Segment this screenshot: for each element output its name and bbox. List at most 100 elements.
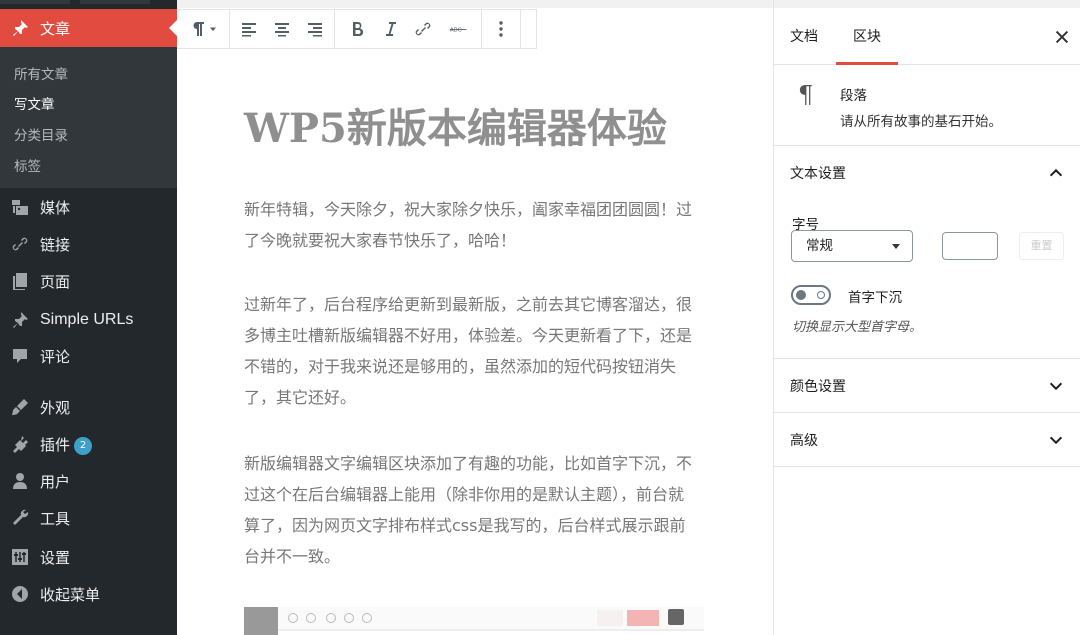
menu-item-settings[interactable]: 设置 [0, 539, 177, 575]
panel-title: 颜色设置 [790, 378, 846, 395]
drop-cap-label: 首字下沉 [848, 290, 902, 306]
menu-item-pages[interactable]: 页面 [0, 263, 177, 299]
editor-top-bar [177, 0, 773, 8]
align-right-button[interactable] [300, 10, 330, 48]
more-options-icon [499, 21, 503, 37]
image-toolbar-icon [344, 613, 354, 623]
image-toolbar-icon [306, 613, 316, 623]
menu-item-tools[interactable]: 工具 [0, 500, 177, 536]
block-type-switcher[interactable] [181, 10, 225, 48]
paragraph-icon [193, 22, 204, 36]
color-settings-toggle[interactable]: 颜色设置 [774, 359, 1080, 413]
close-icon[interactable] [1053, 28, 1071, 46]
menu-item-label: 链接 [40, 235, 71, 254]
menu-item-media[interactable]: 媒体 [0, 189, 177, 225]
menu-item-users[interactable]: 用户 [0, 463, 177, 499]
toggle-knob [796, 290, 806, 300]
align-left-button[interactable] [234, 10, 264, 48]
submenu-item-tags[interactable]: 标签 [14, 155, 41, 175]
menu-item-label: 媒体 [40, 198, 71, 217]
chevron-down-icon [1049, 382, 1063, 390]
submenu-item-all-posts[interactable]: 所有文章 [14, 63, 68, 83]
image-thumbnail [244, 607, 278, 635]
italic-button[interactable] [375, 10, 405, 48]
font-size-select[interactable]: 常规 [791, 230, 913, 262]
custom-font-size-input[interactable] [942, 232, 998, 260]
align-left-icon [242, 23, 256, 37]
menu-item-comments[interactable]: 评论 [0, 338, 177, 374]
user-icon [0, 471, 40, 491]
text-settings-toggle[interactable]: 文本设置 [774, 146, 1080, 200]
current-menu-arrow [169, 20, 177, 36]
admin-menu: 文章 所有文章 写文章 分类目录 标签 媒体 链接 页面 Simple URLs [0, 0, 177, 635]
post-title[interactable]: WP5新版本编辑器体验 [244, 96, 667, 154]
menu-item-label: 文章 [40, 19, 71, 38]
comment-icon [0, 346, 40, 366]
italic-icon [386, 22, 396, 36]
submenu-item-new-post[interactable]: 写文章 [14, 93, 55, 113]
menu-item-label: 用户 [40, 472, 71, 491]
chevron-up-icon [1049, 168, 1063, 177]
paragraph-block[interactable]: 新版编辑器文字编辑区块添加了有趣的功能，比如首字下沉，不过这个在后台编辑器上能用… [244, 448, 699, 572]
menu-item-links[interactable]: 链接 [0, 226, 177, 262]
menu-item-appearance[interactable]: 外观 [0, 389, 177, 425]
settings-sidebar: 文档 区块 ¶ 段落 请从所有故事的基石开始。 文本设置 字号 常规 重置 首字… [773, 0, 1080, 635]
drop-cap-help-text: 切换显示大型首字母。 [792, 320, 923, 335]
menu-item-label: 外观 [40, 398, 71, 417]
menu-item-plugins[interactable]: 插件 2 [0, 426, 177, 462]
text-settings-panel: 文本设置 字号 常规 重置 首字下沉 切换显示大型首字母。 [774, 146, 1080, 359]
pushpin-icon [0, 18, 40, 38]
tab-block[interactable]: 区块 [836, 9, 898, 65]
post-title-cjk: 新版本编辑器体验 [346, 105, 667, 152]
format-group: ABC [335, 10, 482, 48]
reset-button[interactable]: 重置 [1019, 232, 1064, 260]
menu-item-label: 收起菜单 [40, 585, 101, 604]
image-block-preview[interactable] [244, 607, 704, 635]
more-options-button[interactable] [486, 10, 516, 48]
image-toolbar-button [597, 610, 623, 626]
pages-icon [0, 271, 40, 291]
link-button[interactable] [405, 10, 441, 48]
toggle-off-indicator [817, 291, 825, 299]
block-toolbar: ABC [177, 9, 537, 49]
font-size-value: 常规 [806, 238, 833, 254]
align-right-icon [308, 23, 322, 37]
align-center-icon [275, 23, 289, 37]
menu-item-simple-urls[interactable]: Simple URLs [0, 302, 177, 338]
paragraph-block[interactable]: 过新年了，后台程序给更新到最新版，之前去其它博客溜达，很多博主吐槽新版编辑器不好… [244, 289, 699, 413]
brush-icon [0, 397, 40, 417]
advanced-toggle[interactable]: 高级 [774, 413, 1080, 467]
image-toolbar-icon [362, 613, 372, 623]
admin-menu-top-strip [0, 0, 177, 8]
pushpin-icon [0, 310, 40, 330]
image-toolbar-button [627, 610, 659, 626]
settings-icon [0, 547, 40, 567]
plugin-icon [0, 434, 40, 454]
collapse-icon [0, 584, 40, 604]
update-count-badge: 2 [74, 436, 93, 455]
menu-item-label: Simple URLs [40, 311, 134, 328]
menu-item-posts[interactable]: 文章 [0, 9, 177, 47]
menu-item-label: 评论 [40, 347, 71, 366]
tab-document[interactable]: 文档 [780, 9, 828, 65]
drop-cap-toggle[interactable] [791, 285, 831, 305]
menu-item-label: 插件 [40, 435, 71, 454]
strikethrough-button[interactable]: ABC [441, 10, 477, 48]
menu-item-label: 页面 [40, 272, 71, 291]
alignment-group [230, 10, 335, 48]
align-center-button[interactable] [264, 10, 300, 48]
image-toolbar-icon [288, 613, 298, 623]
strikethrough-icon: ABC [449, 28, 467, 34]
sidebar-top-bar [774, 0, 1080, 8]
block-description: 请从所有故事的基石开始。 [840, 114, 1002, 130]
submenu-item-categories[interactable]: 分类目录 [14, 124, 68, 144]
sidebar-tabs: 文档 区块 [774, 9, 1080, 65]
media-icon [0, 197, 40, 217]
wrench-icon [0, 508, 40, 528]
bold-button[interactable] [339, 10, 375, 48]
post-title-latin: WP5 [244, 105, 347, 152]
collapse-menu-button[interactable]: 收起菜单 [0, 576, 177, 612]
image-toolbar-icon [326, 613, 336, 623]
block-name: 段落 [840, 88, 867, 104]
paragraph-block[interactable]: 新年特辑，今天除夕，祝大家除夕快乐，阖家幸福团团圆圆！过了今晚就要祝大家春节快乐… [244, 194, 699, 256]
